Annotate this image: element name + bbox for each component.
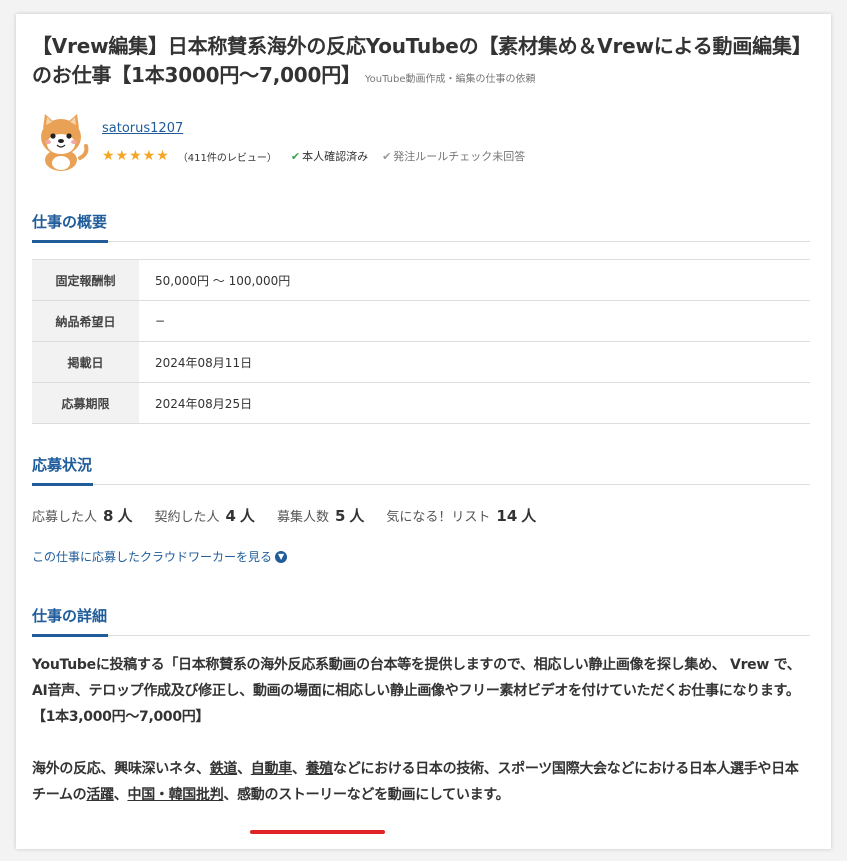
check-circle-icon: ✔ bbox=[290, 149, 301, 163]
keyword-link[interactable]: 養殖 bbox=[306, 761, 334, 777]
stat-contracted: 契約した人 4 人 bbox=[154, 505, 254, 526]
client-name-link[interactable]: satorus1207 bbox=[102, 121, 183, 136]
stat-value: 14 bbox=[496, 507, 518, 525]
view-applicants-label: この仕事に応募したクラウドワーカーを見る bbox=[32, 550, 273, 564]
red-underline-annotation bbox=[250, 830, 385, 834]
description-text: 、感動のストーリーなどを動画にしています。 bbox=[223, 787, 510, 803]
status-heading: 応募状況 bbox=[32, 454, 810, 486]
stat-unit: 人 bbox=[239, 507, 255, 525]
keyword-link[interactable]: 鉄道 bbox=[210, 761, 238, 777]
stat-value: 4 bbox=[225, 507, 236, 525]
overview-heading: 仕事の概要 bbox=[32, 211, 810, 243]
detail-heading-text: 仕事の詳細 bbox=[32, 605, 109, 637]
description-paragraph: 海外の反応、興味深いネタ、鉄道、自動車、養殖などにおける日本の技術、スポーツ国際… bbox=[32, 761, 799, 803]
stat-watchlist: 気になる！リスト 14 人 bbox=[386, 505, 536, 526]
table-row: 応募期限 2024年08月25日 bbox=[32, 382, 810, 424]
verified-label: 本人確認済み bbox=[302, 150, 369, 163]
stat-unit: 人 bbox=[349, 507, 365, 525]
description-text: 、 bbox=[291, 761, 306, 777]
stat-recruit: 募集人数 5 人 bbox=[277, 505, 364, 526]
chevron-down-icon: ▼ bbox=[275, 550, 288, 563]
detail-heading: 仕事の詳細 bbox=[32, 605, 810, 637]
overview-label: 掲載日 bbox=[32, 341, 139, 383]
check-circle-gray-icon: ✔ bbox=[382, 149, 392, 163]
table-row: 納品希望日 − bbox=[32, 300, 810, 342]
rule-check-badge: ✔ 発注ルールチェック未回答 bbox=[382, 148, 525, 164]
overview-value: − bbox=[139, 300, 810, 342]
overview-table: 固定報酬制 50,000円 〜 100,000円 納品希望日 − 掲載日 202… bbox=[32, 259, 810, 424]
keyword-link[interactable]: 活躍 bbox=[86, 787, 114, 803]
stat-unit: 人 bbox=[117, 507, 133, 525]
keyword-link[interactable]: 自動車 bbox=[251, 761, 292, 777]
description-price: 【1本3,000円〜7,000円】 bbox=[32, 709, 210, 725]
status-heading-text: 応募状況 bbox=[32, 454, 94, 486]
stat-label: 応募した人 bbox=[32, 510, 98, 525]
review-count-link[interactable]: （411件のレビュー） bbox=[178, 149, 277, 164]
overview-label: 応募期限 bbox=[32, 382, 139, 424]
client-rating-row: ★★★★★ （411件のレビュー） ✔ 本人確認済み ✔ 発注ルールチェック未回… bbox=[102, 147, 525, 165]
stat-unit: 人 bbox=[521, 507, 537, 525]
client-avatar[interactable] bbox=[30, 110, 92, 172]
job-description: YouTubeに投稿する「日本称賛系の海外反応系動画の台本等を提供しますので、相… bbox=[32, 652, 812, 808]
rating-stars-icon: ★★★★★ bbox=[102, 148, 170, 164]
application-stats: 応募した人 8 人 契約した人 4 人 募集人数 5 人 気になる！リスト 14 人 bbox=[32, 505, 558, 526]
overview-label: 納品希望日 bbox=[32, 300, 139, 342]
overview-label: 固定報酬制 bbox=[32, 259, 139, 301]
table-row: 固定報酬制 50,000円 〜 100,000円 bbox=[32, 259, 810, 301]
overview-value: 2024年08月25日 bbox=[139, 382, 810, 424]
stat-label: 募集人数 bbox=[276, 510, 329, 525]
job-title: 【Vrew編集】日本称賛系海外の反応YouTubeの【素材集め＆Vrewによる動… bbox=[32, 32, 822, 94]
keyword-link[interactable]: 中国・韓国批判 bbox=[128, 787, 224, 803]
stat-value: 8 bbox=[103, 507, 114, 525]
job-category[interactable]: YouTube動画作成・編集の仕事の依頼 bbox=[365, 74, 536, 85]
overview-value: 50,000円 〜 100,000円 bbox=[139, 259, 810, 301]
stat-applied: 応募した人 8 人 bbox=[32, 505, 132, 526]
overview-heading-text: 仕事の概要 bbox=[32, 211, 109, 243]
stat-value: 5 bbox=[334, 507, 346, 525]
stat-label: 契約した人 bbox=[154, 510, 220, 525]
description-text: 、 bbox=[113, 787, 128, 803]
overview-value: 2024年08月11日 bbox=[139, 341, 810, 383]
job-card: 【Vrew編集】日本称賛系海外の反応YouTubeの【素材集め＆Vrewによる動… bbox=[16, 14, 831, 849]
table-row: 掲載日 2024年08月11日 bbox=[32, 341, 810, 383]
description-text: 海外の反応、興味深いネタ、 bbox=[32, 761, 210, 777]
description-text: 、 bbox=[237, 761, 251, 777]
description-paragraph: YouTubeに投稿する「日本称賛系の海外反応系動画の台本等を提供しますので、相… bbox=[32, 657, 801, 699]
verified-badge: ✔ 本人確認済み bbox=[291, 148, 368, 164]
rule-check-label: 発注ルールチェック未回答 bbox=[393, 150, 526, 163]
stat-label: 気になる！リスト bbox=[386, 510, 491, 525]
view-applicants-link[interactable]: この仕事に応募したクラウドワーカーを見る ▼ bbox=[32, 548, 288, 565]
